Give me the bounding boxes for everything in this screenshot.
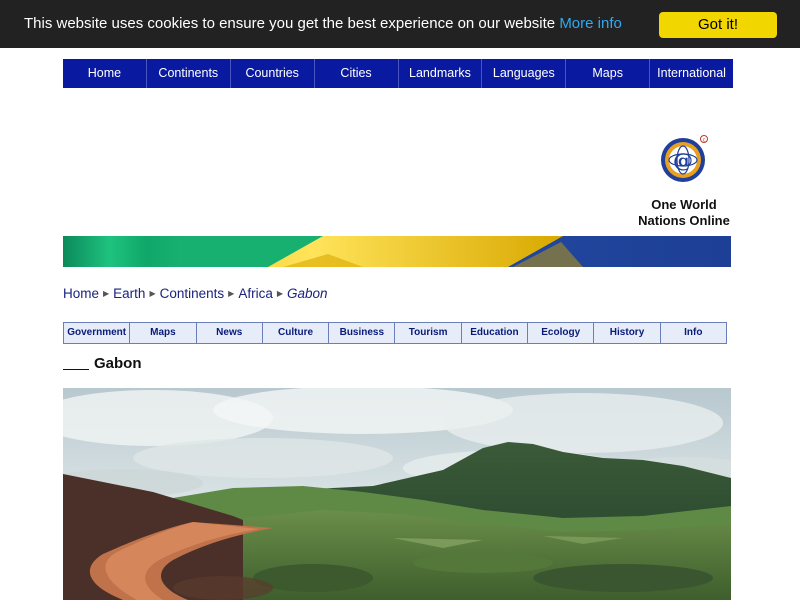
tab-tourism[interactable]: Tourism — [395, 323, 462, 343]
main-nav: Home Continents Countries Cities Landmar… — [63, 59, 733, 88]
gabon-flag-banner — [63, 236, 731, 267]
site-logo-text[interactable]: One World Nations Online — [630, 197, 738, 229]
main-nav-continents[interactable]: Continents — [147, 59, 231, 88]
tab-maps[interactable]: Maps — [130, 323, 197, 343]
svg-text:c: c — [703, 138, 706, 144]
main-nav-cities[interactable]: Cities — [315, 59, 399, 88]
page-title: Gabon — [63, 355, 142, 372]
breadcrumb-arrow-icon: ▶ — [276, 289, 283, 298]
tab-history[interactable]: History — [594, 323, 661, 343]
main-nav-countries[interactable]: Countries — [231, 59, 315, 88]
country-sub-nav: Government Maps News Culture Business To… — [63, 322, 727, 344]
cookie-message: This website uses cookies to ensure you … — [24, 15, 622, 32]
breadcrumb-arrow-icon: ▶ — [228, 289, 235, 298]
main-nav-international[interactable]: International — [650, 59, 733, 88]
tab-news[interactable]: News — [197, 323, 263, 343]
breadcrumb-earth[interactable]: Earth — [113, 286, 145, 301]
cookie-accept-button[interactable]: Got it! — [659, 12, 777, 38]
tab-ecology[interactable]: Ecology — [528, 323, 595, 343]
tab-education[interactable]: Education — [462, 323, 529, 343]
main-nav-maps[interactable]: Maps — [566, 59, 651, 88]
more-info-link[interactable]: More info — [559, 15, 622, 32]
breadcrumb-continents[interactable]: Continents — [160, 286, 225, 301]
breadcrumb: Home ▶ Earth ▶ Continents ▶ Africa ▶ Gab… — [63, 286, 328, 301]
main-nav-landmarks[interactable]: Landmarks — [399, 59, 483, 88]
breadcrumb-current: Gabon — [286, 286, 328, 301]
main-nav-languages[interactable]: Languages — [482, 59, 567, 88]
breadcrumb-arrow-icon: ▶ — [103, 289, 110, 298]
logo-line-2: Nations Online — [638, 213, 730, 228]
breadcrumb-arrow-icon: ▶ — [149, 289, 156, 298]
main-nav-home[interactable]: Home — [63, 59, 147, 88]
page-title-text: Gabon — [94, 355, 142, 372]
logo-line-1: One World — [651, 197, 717, 212]
gabon-landscape-photo — [63, 388, 731, 600]
tab-business[interactable]: Business — [329, 323, 396, 343]
tab-info[interactable]: Info — [661, 323, 726, 343]
tab-government[interactable]: Government — [64, 323, 131, 343]
breadcrumb-home[interactable]: Home — [63, 286, 99, 301]
cookie-message-text: This website uses cookies to ensure you … — [24, 15, 556, 32]
site-logo-icon[interactable]: @ c — [658, 133, 710, 185]
title-underline — [63, 369, 89, 370]
svg-text:@: @ — [673, 148, 693, 172]
tab-culture[interactable]: Culture — [263, 323, 330, 343]
cookie-consent-bar: This website uses cookies to ensure you … — [0, 0, 800, 48]
breadcrumb-africa[interactable]: Africa — [238, 286, 273, 301]
